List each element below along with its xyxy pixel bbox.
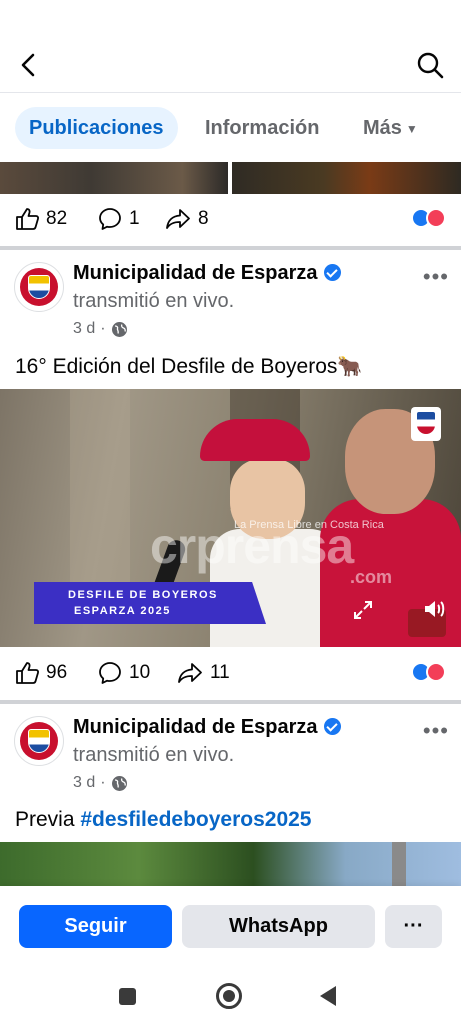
previous-post-photo[interactable] (0, 162, 228, 194)
previous-post-photo[interactable] (232, 162, 461, 194)
top-bar (0, 0, 461, 92)
post-options-button[interactable]: ••• (423, 264, 449, 290)
crest-icon (28, 729, 50, 753)
share-count: 11 (210, 662, 230, 683)
comment-button[interactable]: 10 (97, 658, 150, 688)
post-text: 16° Edición del Desfile de Boyeros🐂 (15, 354, 362, 379)
reaction-icons[interactable] (411, 662, 447, 684)
share-button[interactable]: 11 (176, 658, 230, 688)
post-options-button[interactable]: ••• (423, 718, 449, 744)
video-scene (392, 842, 406, 886)
post-action-text: transmitió en vivo. (73, 290, 235, 312)
post-action-text: transmitió en vivo. (73, 744, 235, 766)
love-reaction-icon (426, 662, 446, 682)
recent-apps-icon[interactable] (119, 988, 136, 1005)
globe-icon (111, 775, 127, 791)
volume-icon[interactable] (422, 597, 446, 621)
share-icon (178, 663, 202, 683)
like-button[interactable]: 96 (14, 658, 67, 688)
more-options-button[interactable]: ··· (385, 905, 442, 948)
post-text-content: 16° Edición del Desfile de Boyeros (15, 355, 338, 378)
post-image[interactable] (0, 842, 461, 886)
tab-mas-label: Más (363, 117, 402, 139)
page-name[interactable]: Municipalidad de Esparza (73, 716, 341, 739)
comment-button[interactable]: 1 (97, 204, 140, 234)
like-button[interactable]: 82 (14, 204, 67, 234)
municipal-logo (20, 722, 58, 760)
page-avatar[interactable] (14, 716, 64, 766)
tab-publicaciones[interactable]: Publicaciones (15, 107, 178, 149)
comment-icon (99, 208, 121, 230)
page-avatar[interactable] (14, 262, 64, 312)
chevron-left-icon (21, 53, 35, 77)
post-text-prefix: Previa (15, 808, 81, 831)
live-video[interactable]: crprensa La Prensa Libre en Costa Rica .… (0, 389, 461, 647)
love-reaction-icon (426, 208, 446, 228)
ox-emoji: 🐂 (337, 356, 363, 378)
post-actions: 82 1 8 (0, 194, 461, 246)
search-icon (417, 52, 444, 79)
caret-down-icon: ▼ (405, 121, 418, 136)
verified-badge-icon (323, 718, 341, 735)
crest-icon (28, 275, 50, 299)
video-person-cap (200, 419, 310, 461)
post-time[interactable]: 3 d (73, 320, 95, 338)
municipal-logo (20, 268, 58, 306)
post-time[interactable]: 3 d (73, 774, 95, 792)
page-name-text: Municipalidad de Esparza (73, 716, 318, 738)
municipal-logo-icon (411, 407, 441, 441)
comment-count: 1 (129, 208, 140, 229)
post-text: Previa #desfiledeboyeros2025 (15, 808, 311, 832)
share-icon (166, 209, 190, 229)
back-triangle-icon[interactable] (320, 986, 336, 1006)
thumbs-up-icon (16, 208, 40, 230)
previous-post-photos[interactable] (0, 162, 461, 194)
like-count: 82 (46, 208, 68, 229)
search-button[interactable] (415, 50, 445, 80)
meta-dot: · (100, 774, 106, 791)
video-watermark-subtitle: La Prensa Libre en Costa Rica (234, 519, 384, 531)
post-actions: 96 10 11 (0, 648, 461, 700)
video-banner-line2: ESPARZA 2025 (74, 605, 171, 617)
post-meta: 3 d · (73, 774, 128, 792)
post-meta: 3 d · (73, 320, 128, 338)
comment-count: 10 (129, 662, 151, 683)
whatsapp-button[interactable]: WhatsApp (182, 905, 375, 948)
thumbs-up-icon (16, 662, 40, 684)
globe-icon (111, 321, 127, 337)
profile-tabs: Publicaciones Información Más ▼ (0, 92, 461, 162)
page-name-text: Municipalidad de Esparza (73, 262, 318, 284)
expand-icon[interactable] (352, 599, 374, 621)
comment-icon (99, 662, 121, 684)
share-count: 8 (198, 208, 209, 229)
video-watermark-domain: .com (350, 567, 393, 587)
video-scene (70, 389, 130, 589)
post-header: Municipalidad de Esparza transmitió en v… (0, 704, 461, 794)
video-banner-line1: DESFILE DE BOYEROS (68, 589, 218, 601)
share-button[interactable]: 8 (164, 204, 209, 234)
verified-badge-icon (323, 264, 341, 281)
page-name[interactable]: Municipalidad de Esparza (73, 262, 341, 285)
meta-dot: · (100, 320, 106, 337)
tab-mas[interactable]: Más ▼ (363, 107, 418, 149)
tab-informacion[interactable]: Información (205, 107, 319, 149)
follow-button[interactable]: Seguir (19, 905, 172, 948)
post-header: Municipalidad de Esparza transmitió en v… (0, 250, 461, 340)
back-button[interactable] (14, 50, 44, 80)
reaction-icons[interactable] (411, 208, 447, 230)
bottom-action-bar: Seguir WhatsApp ··· (0, 886, 461, 970)
like-count: 96 (46, 662, 68, 683)
system-navigation-bar (0, 970, 461, 1024)
home-icon[interactable] (216, 983, 242, 1009)
hashtag-link[interactable]: #desfiledeboyeros2025 (80, 808, 311, 831)
